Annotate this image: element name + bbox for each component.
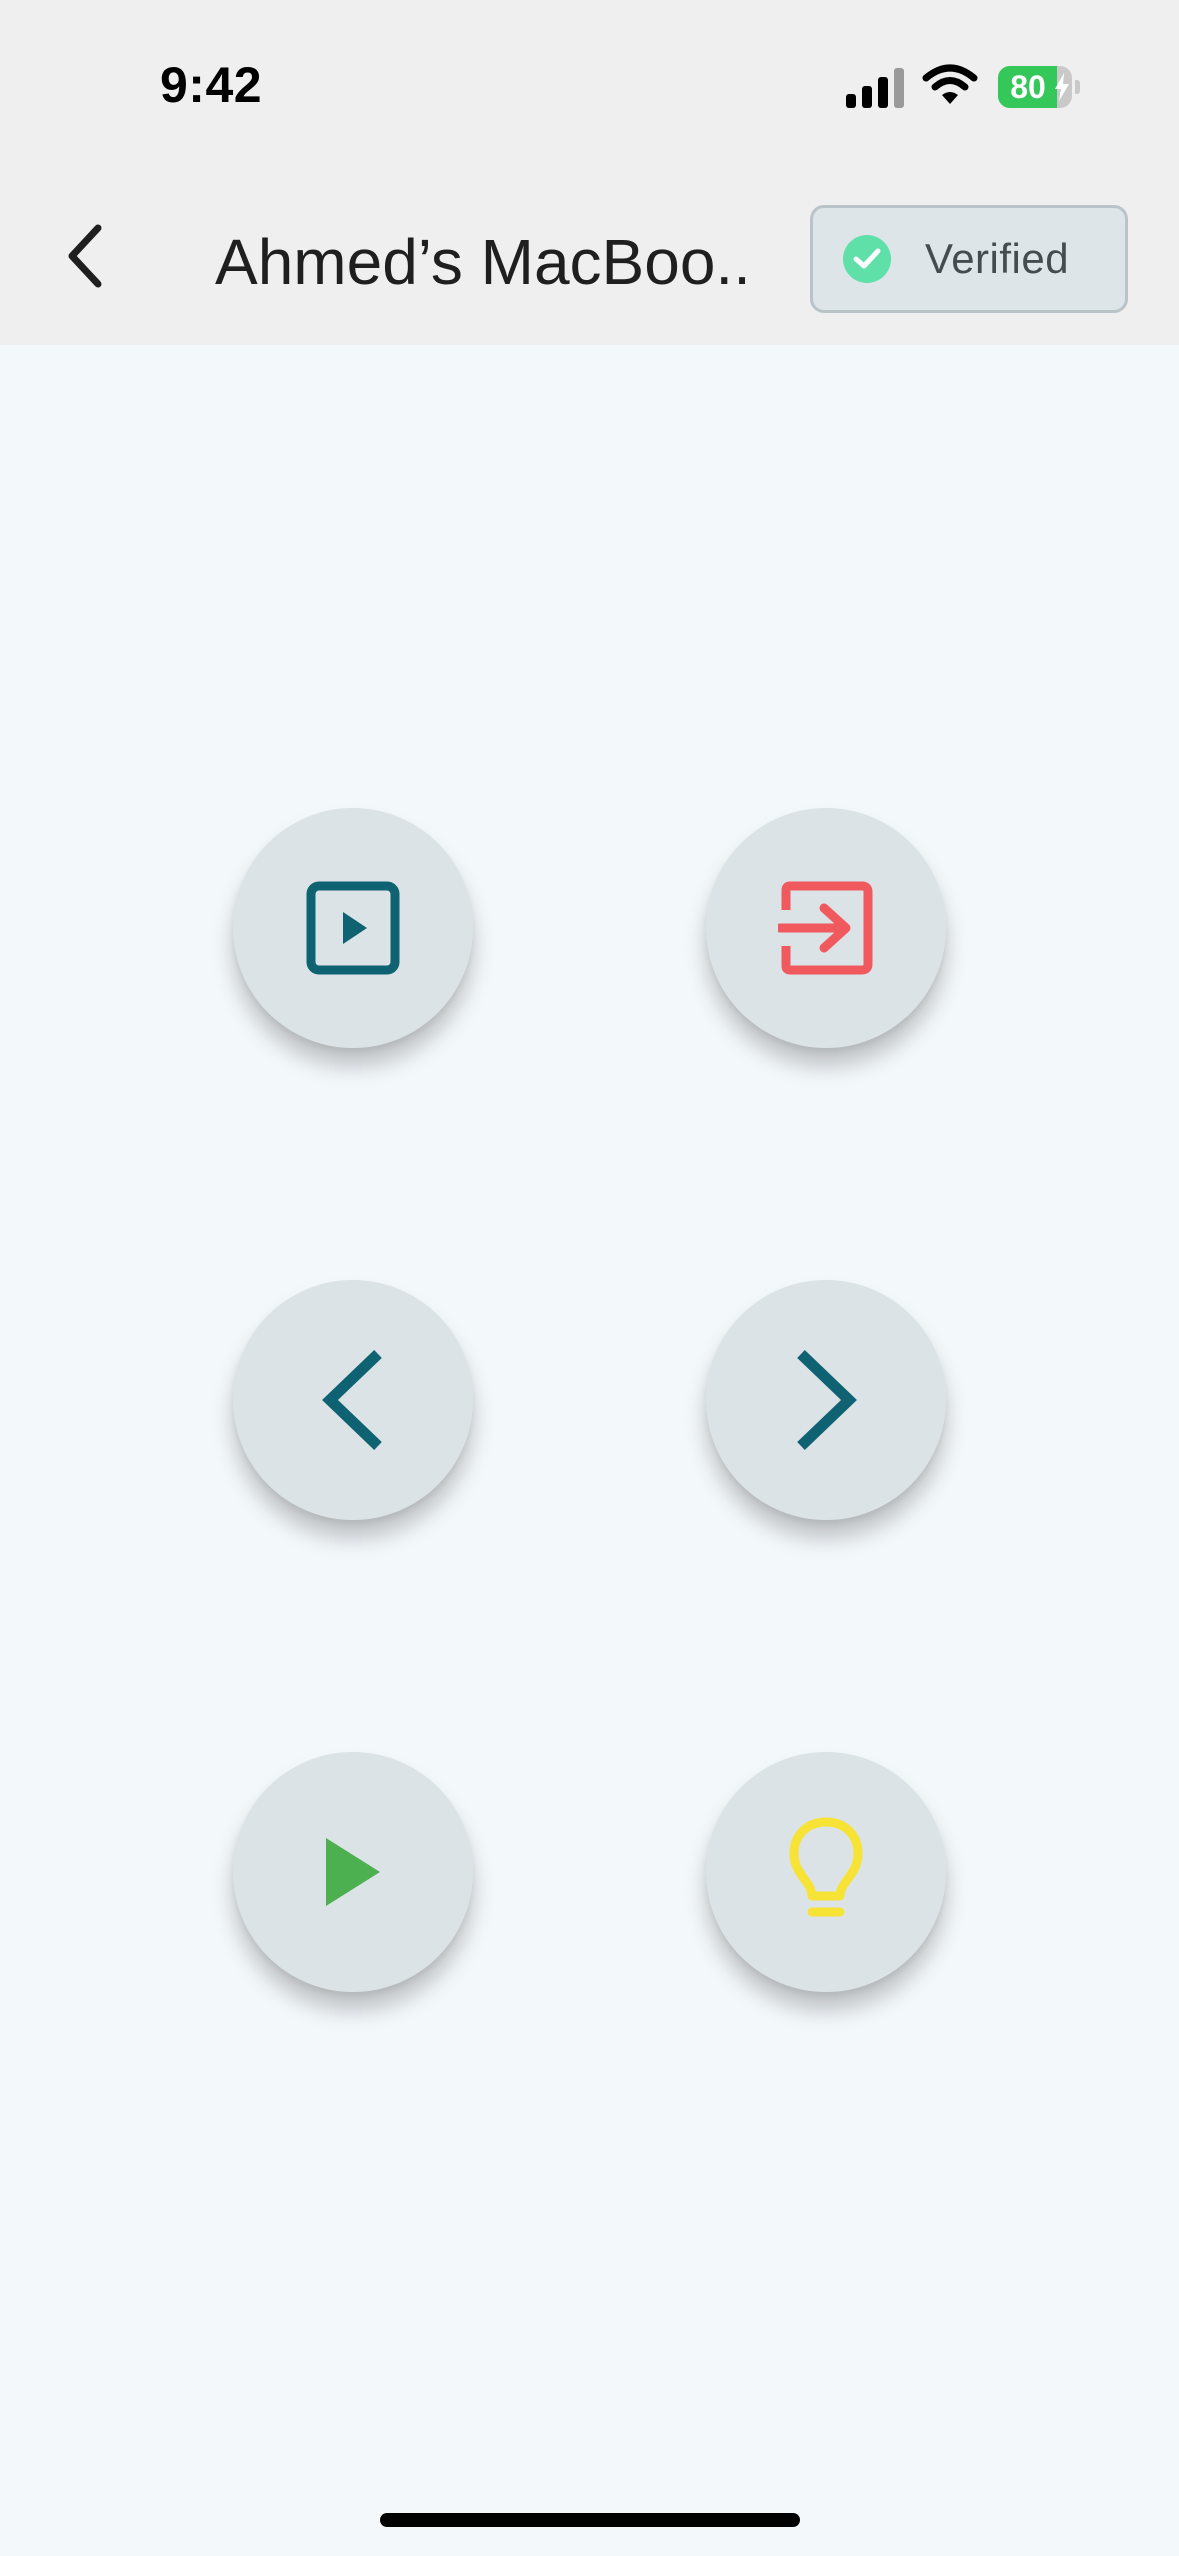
status-bar: 9:42 80 xyxy=(0,0,1179,170)
light-button[interactable] xyxy=(706,1752,946,1992)
back-button[interactable] xyxy=(50,220,122,292)
chevron-left-icon xyxy=(322,1350,382,1450)
lightbulb-icon xyxy=(789,1817,863,1917)
play-icon xyxy=(326,1838,380,1906)
battery-indicator: 80 xyxy=(998,66,1082,108)
exit-button[interactable] xyxy=(706,808,946,1048)
chevron-right-icon xyxy=(797,1350,857,1450)
page-title: Ahmed’s MacBoo... xyxy=(215,226,745,298)
wifi-icon xyxy=(922,64,978,104)
check-circle-icon xyxy=(843,235,891,283)
presentation-play-icon xyxy=(306,881,400,975)
cellular-signal-icon xyxy=(846,68,904,108)
navigation-header: Ahmed’s MacBoo... Verified xyxy=(0,170,1179,345)
battery-percent: 80 xyxy=(1010,69,1046,105)
battery-body: 80 xyxy=(998,66,1072,108)
play-button[interactable] xyxy=(233,1752,473,1992)
previous-button[interactable] xyxy=(233,1280,473,1520)
verified-label: Verified xyxy=(925,235,1070,282)
chevron-left-icon xyxy=(68,224,102,288)
battery-cap xyxy=(1075,80,1080,94)
status-time: 9:42 xyxy=(160,57,263,113)
exit-arrow-icon xyxy=(778,881,873,975)
home-indicator[interactable] xyxy=(380,2513,800,2527)
charging-bolt-icon xyxy=(1055,73,1069,101)
next-button[interactable] xyxy=(706,1280,946,1520)
start-presentation-button[interactable] xyxy=(233,808,473,1048)
verified-badge: Verified xyxy=(810,205,1128,313)
